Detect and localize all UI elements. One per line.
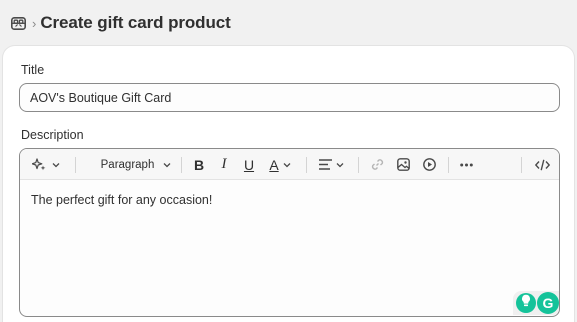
paragraph-style-dropdown[interactable]: Paragraph (86, 149, 186, 180)
toolbar-divider (358, 157, 359, 173)
bold-button[interactable]: B (190, 149, 208, 180)
play-circle-icon (422, 158, 436, 171)
insert-image-button[interactable] (394, 149, 412, 180)
more-actions-button[interactable] (456, 149, 476, 180)
code-icon (534, 159, 550, 171)
image-icon (396, 158, 410, 171)
grammarly-suggestion-button[interactable] (516, 293, 536, 313)
show-html-button[interactable] (532, 149, 552, 180)
product-details-card: Title Description Paragraph (3, 46, 574, 322)
bold-icon: B (193, 156, 205, 173)
grammarly-button[interactable]: G (537, 292, 559, 314)
chevron-down-icon (283, 162, 291, 168)
title-label: Title (21, 63, 45, 77)
grammarly-widget: G (513, 291, 559, 315)
description-text[interactable]: The perfect gift for any occasion! (31, 193, 212, 207)
title-input[interactable] (19, 83, 560, 112)
chevron-down-icon (52, 162, 60, 168)
page-header: › Create gift card product (0, 0, 577, 46)
text-color-icon: A (269, 156, 279, 173)
gift-card-icon[interactable] (10, 15, 26, 31)
toolbar-divider (521, 157, 522, 173)
insert-video-button[interactable] (420, 149, 438, 180)
grammarly-logo-icon: G (542, 295, 554, 311)
editor-toolbar: Paragraph B I U A (20, 149, 559, 180)
chevron-right-icon: › (32, 15, 37, 31)
underline-icon: U (243, 156, 255, 173)
lightbulb-icon (521, 294, 531, 312)
toolbar-divider (75, 157, 76, 173)
link-icon (371, 158, 384, 171)
text-color-button[interactable]: A (265, 149, 295, 180)
description-editor[interactable]: Paragraph B I U A The perfect gift for a… (19, 148, 560, 317)
underline-button[interactable]: U (240, 149, 258, 180)
chevron-down-icon (163, 162, 171, 168)
toolbar-divider (448, 157, 449, 173)
toolbar-divider (306, 157, 307, 173)
page-title: Create gift card product (40, 13, 231, 32)
insert-link-button[interactable] (368, 149, 386, 180)
sparkle-icon (32, 158, 46, 171)
paragraph-style-label: Paragraph (100, 158, 155, 171)
alignment-dropdown[interactable] (316, 149, 346, 180)
description-label: Description (21, 128, 84, 142)
align-left-icon (318, 159, 332, 170)
more-horizontal-icon (459, 163, 473, 167)
ai-menu-button[interactable] (30, 149, 62, 180)
toolbar-divider (181, 157, 182, 173)
chevron-down-icon (336, 162, 344, 168)
italic-icon: I (221, 156, 227, 172)
italic-button[interactable]: I (215, 149, 233, 180)
